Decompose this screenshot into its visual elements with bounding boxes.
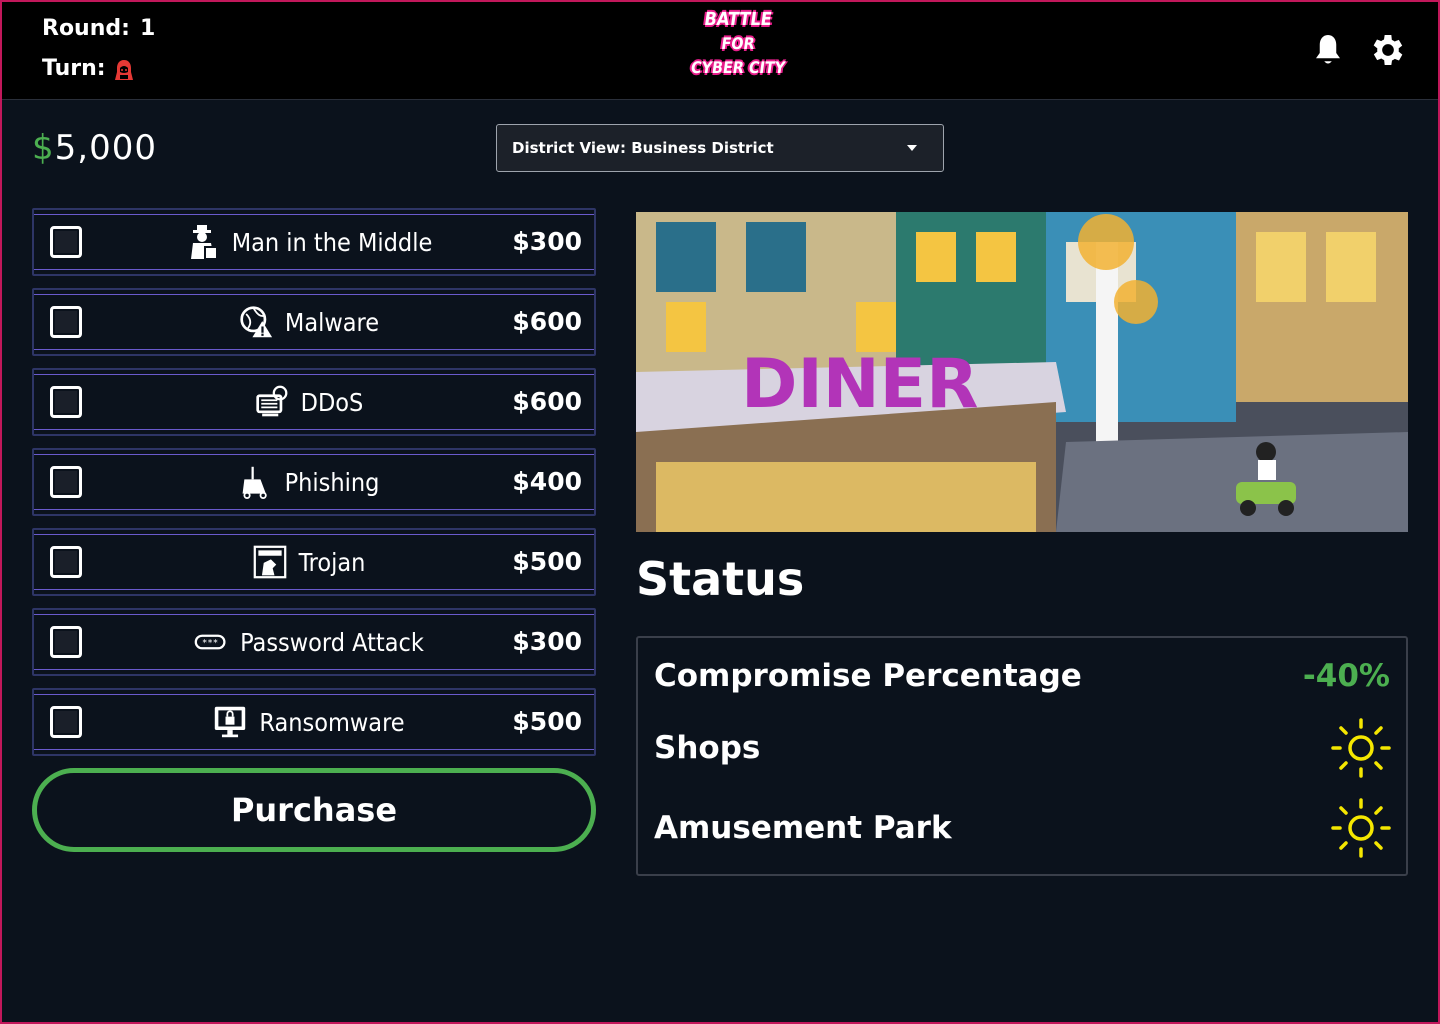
bell-icon[interactable]	[1310, 32, 1346, 68]
attack-price: $400	[512, 467, 582, 496]
currency-symbol: $	[32, 128, 55, 168]
turn-indicator: Turn:	[42, 56, 106, 81]
status-label: Amusement Park	[654, 810, 952, 846]
gear-icon[interactable]	[1368, 30, 1408, 70]
attack-checkbox[interactable]	[50, 626, 82, 658]
ransomware-icon	[215, 706, 246, 738]
svg-text:DINER: DINER	[741, 345, 978, 424]
status-row-shops: Shops	[654, 718, 1391, 778]
hacker-icon	[115, 60, 133, 80]
district-scene-image: DINER	[636, 212, 1408, 532]
status-row-amusement-park: Amusement Park	[654, 798, 1391, 858]
attack-row-man-in-the-middle[interactable]: Man in the Middle $300	[32, 208, 596, 276]
compromise-percentage-value: -40%	[1302, 658, 1390, 694]
trojan-icon	[253, 545, 286, 579]
status-title: Status	[636, 552, 805, 606]
chevron-down-icon	[907, 145, 917, 151]
top-bar: Round: 1 Turn: BATTLE FOR CYBER CITY	[0, 0, 1440, 100]
game-logo: BATTLE FOR CYBER CITY	[689, 8, 787, 92]
attack-row-password-attack[interactable]: *** Password Attack $300	[32, 608, 596, 676]
attack-label: Malware	[284, 307, 380, 337]
attack-label: DDoS	[300, 387, 364, 417]
attack-checkbox[interactable]	[50, 466, 82, 498]
money-amount: 5,000	[54, 128, 157, 168]
attack-row-ddos[interactable]: DDoS $600	[32, 368, 596, 436]
round-indicator: Round: 1	[42, 16, 155, 41]
logo-line-1: BATTLE	[702, 9, 774, 30]
attack-row-trojan[interactable]: Trojan $500	[32, 528, 596, 596]
attack-label: Ransomware	[259, 707, 405, 737]
phishing-icon	[242, 466, 267, 499]
attack-price: $600	[512, 307, 582, 336]
round-value: 1	[139, 16, 156, 41]
status-label: Compromise Percentage	[654, 658, 1082, 694]
attack-checkbox[interactable]	[50, 706, 82, 738]
attack-row-malware[interactable]: Malware $600	[32, 288, 596, 356]
logo-line-3: CYBER CITY	[689, 58, 787, 77]
attack-checkbox[interactable]	[50, 386, 82, 418]
password-icon: ***	[194, 634, 226, 650]
round-label: Round:	[42, 16, 130, 41]
svg-text:***: ***	[202, 639, 218, 649]
attack-price: $600	[512, 387, 582, 416]
spy-icon	[190, 225, 218, 260]
sun-icon	[1331, 718, 1391, 778]
attack-price: $300	[512, 227, 582, 256]
malware-icon	[240, 306, 273, 338]
attack-label: Man in the Middle	[231, 227, 433, 257]
attack-label: Trojan	[298, 547, 366, 577]
status-label: Shops	[654, 730, 761, 766]
logo-line-2: FOR	[720, 34, 756, 53]
attack-price: $500	[512, 707, 582, 736]
sun-icon	[1331, 798, 1391, 858]
purchase-button[interactable]: Purchase	[32, 768, 596, 852]
ddos-icon	[255, 385, 288, 417]
attack-checkbox[interactable]	[50, 306, 82, 338]
district-select[interactable]: District View: Business District	[496, 124, 944, 172]
attack-checkbox[interactable]	[50, 226, 82, 258]
status-row-compromise: Compromise Percentage -40%	[654, 646, 1390, 706]
attack-row-ransomware[interactable]: Ransomware $500	[32, 688, 596, 756]
turn-label: Turn:	[42, 56, 106, 81]
attack-label: Password Attack	[240, 627, 424, 657]
attack-price: $500	[512, 547, 582, 576]
attack-checkbox[interactable]	[50, 546, 82, 578]
attack-price: $300	[512, 627, 582, 656]
attack-row-phishing[interactable]: Phishing $400	[32, 448, 596, 516]
attack-label: Phishing	[284, 467, 380, 497]
money-balance: $5,000	[32, 128, 157, 168]
district-select-label: District View: Business District	[512, 139, 774, 157]
status-panel: Compromise Percentage -40% Shops Amuseme…	[636, 636, 1408, 876]
